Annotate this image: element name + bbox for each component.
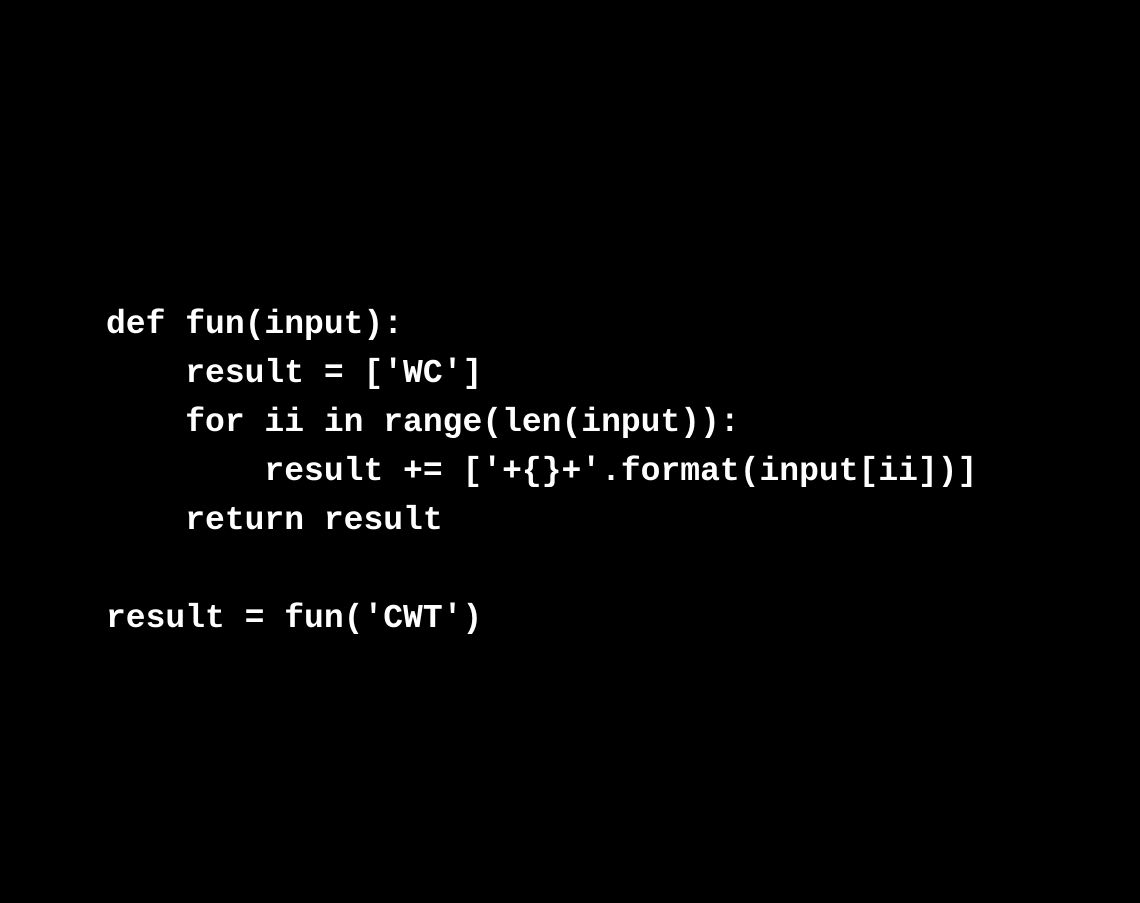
code-line-def: def fun(input): — [106, 306, 404, 343]
code-block: def fun(input): result = ['WC'] for ii i… — [106, 300, 977, 643]
code-line-for-loop: for ii in range(len(input)): — [106, 404, 740, 441]
code-line-return: return result — [106, 502, 443, 539]
code-line-result-init: result = ['WC'] — [106, 355, 483, 392]
code-line-call: result = fun('CWT') — [106, 600, 483, 637]
code-line-result-append: result += ['+{}+'.format(input[ii])] — [106, 453, 978, 490]
